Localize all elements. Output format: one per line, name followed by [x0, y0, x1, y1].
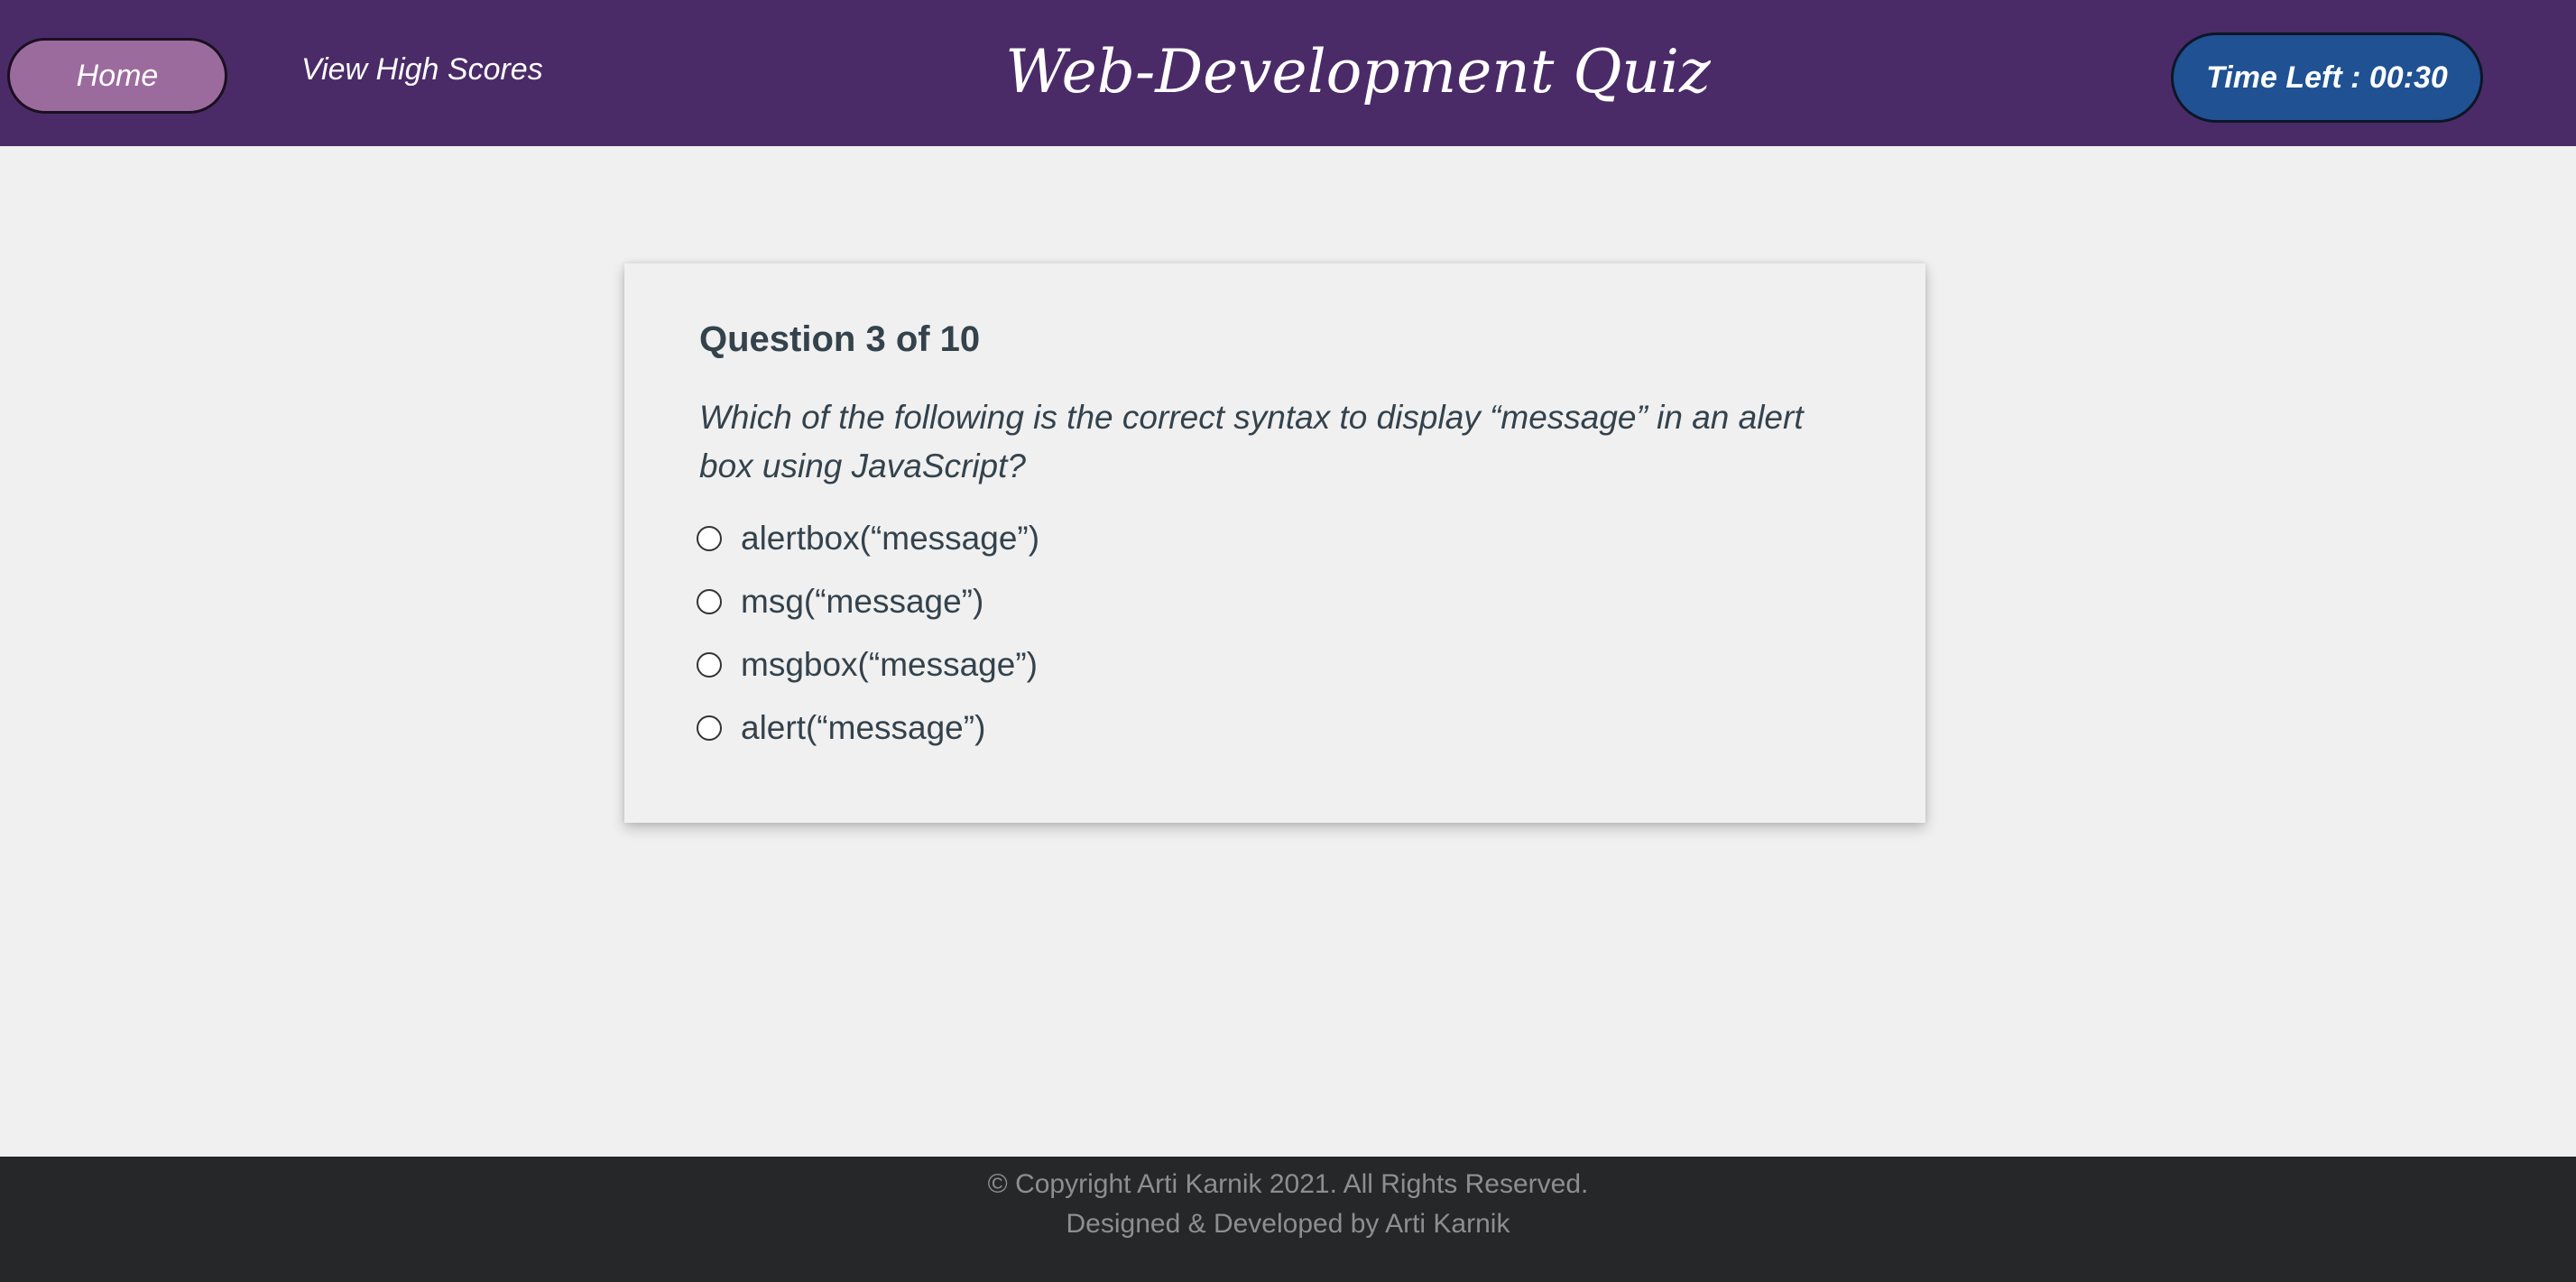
answer-option[interactable]: alertbox(“message”): [697, 513, 1039, 564]
question-text: Which of the following is the correct sy…: [699, 399, 1804, 484]
radio-button[interactable]: [697, 589, 722, 614]
answer-option-label[interactable]: alertbox(“message”): [741, 520, 1039, 558]
question-card: Question 3 of 10 Which of the following …: [624, 263, 1925, 823]
copyright-text: © Copyright Arti Karnik 2021. All Rights…: [987, 1169, 1589, 1199]
answer-option[interactable]: msg(“message”): [697, 576, 983, 627]
question-counter: Question 3 of 10: [699, 319, 981, 359]
radio-button[interactable]: [697, 715, 722, 741]
radio-button[interactable]: [697, 652, 722, 678]
footer: © Copyright Arti Karnik 2021. All Rights…: [0, 1157, 2576, 1282]
answer-option-label[interactable]: msgbox(“message”): [741, 646, 1038, 684]
header: Home View High Scores Web-Development Qu…: [0, 0, 2576, 146]
answer-option[interactable]: alert(“message”): [697, 703, 985, 753]
answer-option-label[interactable]: alert(“message”): [741, 709, 985, 747]
answer-option[interactable]: msgbox(“message”): [697, 640, 1038, 690]
time-left-badge: Time Left : 00:30: [2171, 32, 2483, 123]
radio-button[interactable]: [697, 526, 722, 551]
answer-option-label[interactable]: msg(“message”): [741, 583, 983, 621]
credit-text: Designed & Developed by Arti Karnik: [1066, 1209, 1510, 1239]
